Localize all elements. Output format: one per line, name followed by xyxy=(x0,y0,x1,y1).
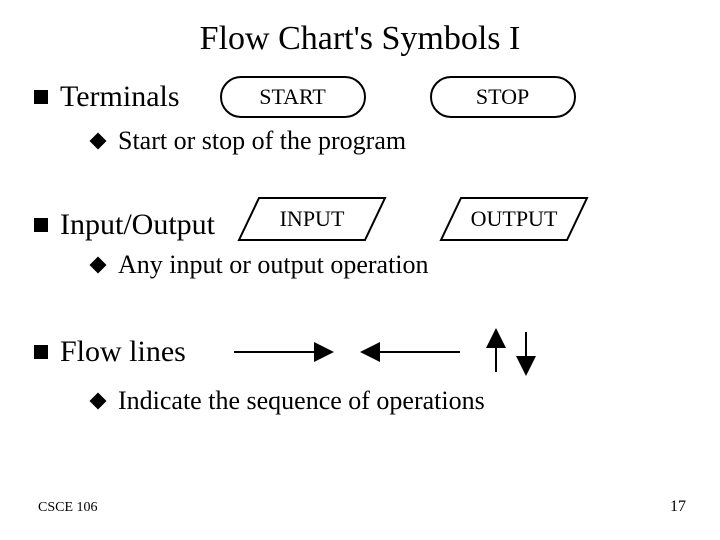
square-bullet-icon xyxy=(34,90,48,104)
io-description-text: Any input or output operation xyxy=(118,250,429,280)
parallelogram-output-shape: OUTPUT xyxy=(439,196,589,242)
terminal-start-label: START xyxy=(259,84,326,110)
square-bullet-icon xyxy=(34,345,48,359)
flow-arrows-icon xyxy=(212,326,542,378)
io-description: Any input or output operation xyxy=(92,250,686,280)
page-title: Flow Chart's Symbols I xyxy=(0,0,720,76)
footer-page-number: 17 xyxy=(670,498,686,516)
footer-course: CSCE 106 xyxy=(38,500,98,516)
diamond-bullet-icon xyxy=(90,393,107,410)
terminal-start-shape: START xyxy=(220,76,366,118)
heading-io-label: Input/Output xyxy=(60,208,215,242)
heading-flow: Flow lines xyxy=(34,335,186,369)
section-io: Input/Output INPUT OUTPUT Any xyxy=(34,196,686,280)
parallelogram-input-shape: INPUT xyxy=(237,196,387,242)
diamond-bullet-icon xyxy=(90,257,107,274)
heading-terminals-label: Terminals xyxy=(60,80,180,114)
terminal-stop-label: STOP xyxy=(476,84,529,110)
section-flow: Flow lines Indicate the sequence of oper… xyxy=(34,326,686,416)
diamond-bullet-icon xyxy=(90,133,107,150)
section-terminals: Terminals START STOP Start or stop of th… xyxy=(34,76,686,156)
heading-terminals: Terminals xyxy=(34,80,180,114)
terminals-description: Start or stop of the program xyxy=(92,126,686,156)
terminal-stop-shape: STOP xyxy=(430,76,576,118)
parallelogram-input-label: INPUT xyxy=(280,206,345,232)
content-area: Terminals START STOP Start or stop of th… xyxy=(0,76,720,416)
heading-flow-label: Flow lines xyxy=(60,335,186,369)
parallelogram-output-label: OUTPUT xyxy=(471,206,558,232)
terminals-description-text: Start or stop of the program xyxy=(118,126,406,156)
flow-description-text: Indicate the sequence of operations xyxy=(118,386,485,416)
square-bullet-icon xyxy=(34,218,48,232)
flow-description: Indicate the sequence of operations xyxy=(92,386,686,416)
heading-io: Input/Output xyxy=(34,208,215,242)
